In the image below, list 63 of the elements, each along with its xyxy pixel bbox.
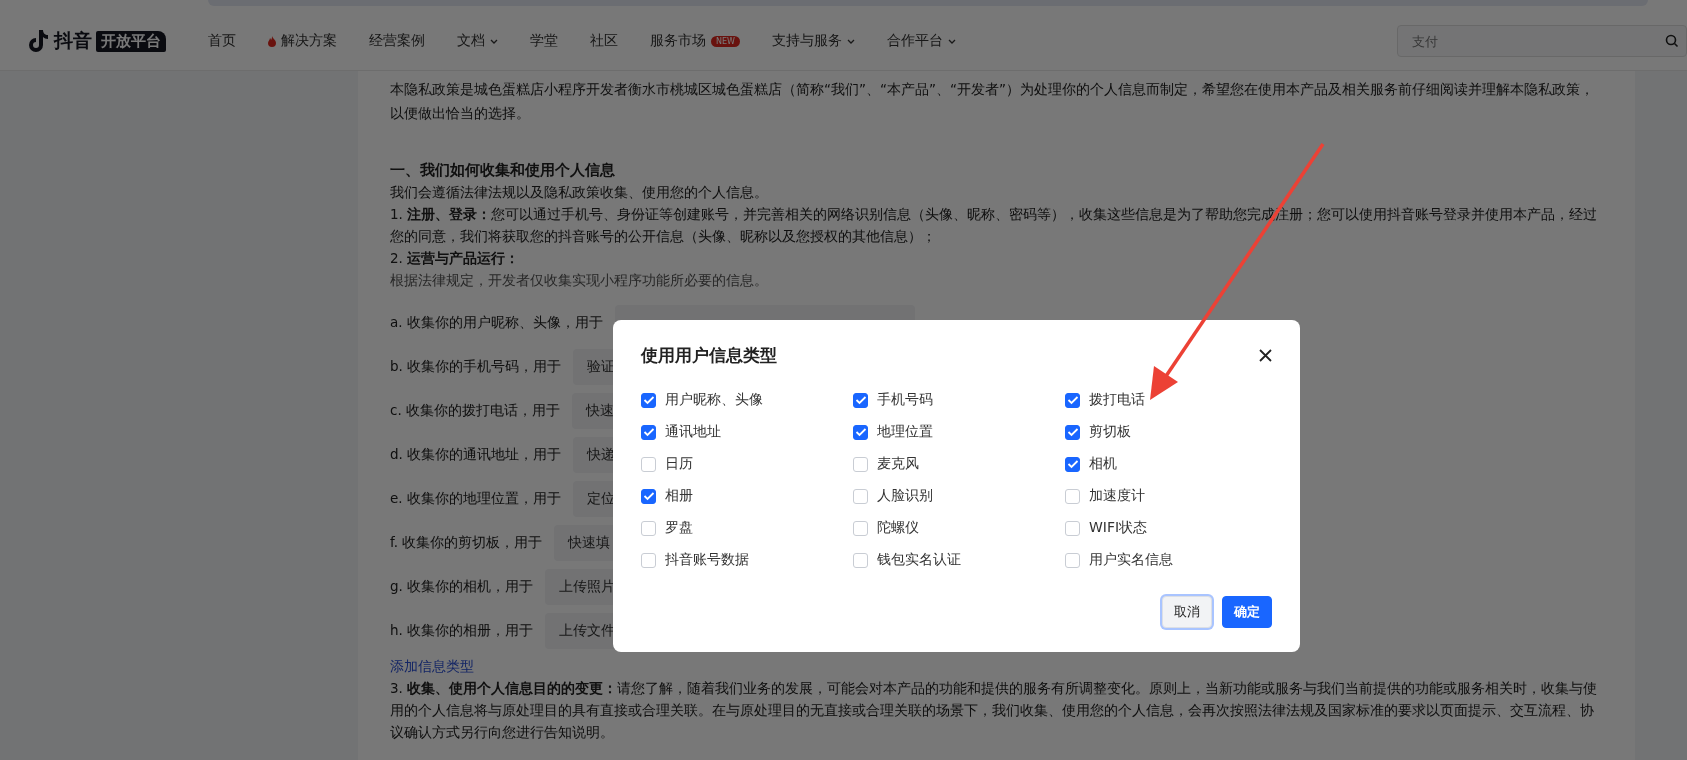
- checkbox-option[interactable]: 麦克风: [853, 453, 1065, 475]
- note-logo-icon: [28, 29, 50, 53]
- checkbox-option[interactable]: 罗盘: [641, 517, 853, 539]
- checkbox-option[interactable]: 用户实名信息: [1065, 549, 1277, 571]
- flame-icon: [268, 35, 276, 47]
- checkbox-option[interactable]: 加速度计: [1065, 485, 1277, 507]
- nav-link[interactable]: 学堂: [514, 32, 574, 50]
- logo-text: 抖音: [54, 28, 92, 53]
- intro-paragraph: 本隐私政策是城色蛋糕店小程序开发者衡水市桃城区城色蛋糕店（简称“我们”、“本产品”、“开发者”）为处理你的个人信息而制定，希望您在使用本产品及相关服务前仔细阅读并理解本隐私政策，以便做出恰当的选择。: [390, 80, 1595, 123]
- close-icon[interactable]: [1259, 349, 1272, 362]
- row-label: c. 收集你的拨打电话，用于: [390, 402, 560, 420]
- row-label: d. 收集你的通讯地址，用于: [390, 446, 562, 464]
- paragraph: 3. 收集、使用个人信息目的的变更：请您了解，随着我们业务的发展，可能会对本产品的功能和提供的服务有所调整变化。原则上，当新功能或服务与我们当前提供的功能或服务相关时，收集与使用的个人信息将与原处理目的具有直接或合理关联。在与原处理目的无直接或合理关联的场景下，我们收集、使用您的个人信息，会再次按照法律法规及国家标准的要求以页面提示、交互流程、协议确认方式另行向您进行告知说明。: [390, 679, 1599, 742]
- row-label: a. 收集你的用户昵称、头像，用于: [390, 314, 603, 332]
- checkbox-option[interactable]: 钱包实名认证: [853, 549, 1065, 571]
- search-field[interactable]: 支付: [1397, 25, 1687, 57]
- checkbox-option[interactable]: 人脸识别: [853, 485, 1065, 507]
- nav-link[interactable]: 首页: [192, 32, 252, 50]
- chevron-down-icon: [490, 38, 498, 44]
- logo-badge: 开放平台: [96, 30, 166, 52]
- nav-link[interactable]: 文档: [441, 32, 514, 50]
- checkbox-option[interactable]: 剪切板: [1065, 421, 1277, 443]
- checkbox-option[interactable]: 用户昵称、头像: [641, 389, 853, 411]
- paragraph: 我们会遵循法律法规以及隐私政策收集、使用您的个人信息。: [390, 183, 769, 202]
- paragraph: 2. 运营与产品运行：: [390, 249, 521, 268]
- row-label: g. 收集你的相机，用于: [390, 578, 534, 596]
- checkbox-option[interactable]: 地理位置: [853, 421, 1065, 443]
- checkbox[interactable]: [641, 488, 656, 504]
- confirm-button[interactable]: 确定: [1222, 596, 1272, 628]
- nav-link[interactable]: 社区: [574, 32, 634, 50]
- checkbox[interactable]: [853, 392, 868, 408]
- nav-link[interactable]: 合作平台: [870, 32, 972, 50]
- checkbox[interactable]: [1065, 424, 1080, 440]
- checkbox-option[interactable]: WIFI状态: [1065, 517, 1277, 539]
- row-label: h. 收集你的相册，用于: [390, 622, 534, 640]
- row-label: f. 收集你的剪切板，用于: [390, 534, 543, 552]
- checkbox-option[interactable]: 拨打电话: [1065, 389, 1277, 411]
- section-heading: 一、我们如何收集和使用个人信息: [390, 160, 616, 181]
- checkbox[interactable]: [641, 424, 656, 440]
- new-badge: NEW: [711, 35, 740, 47]
- checkbox-option[interactable]: 陀螺仪: [853, 517, 1065, 539]
- checkbox-option[interactable]: 相册: [641, 485, 853, 507]
- checkbox[interactable]: [1065, 392, 1080, 408]
- nav-link[interactable]: 支持与服务: [755, 32, 871, 50]
- note-text: 根据法律规定，开发者仅收集实现小程序功能所必要的信息。: [390, 271, 769, 290]
- checkbox[interactable]: [641, 392, 656, 408]
- chevron-down-icon: [947, 38, 956, 44]
- checkbox[interactable]: [853, 424, 868, 440]
- checkbox-option[interactable]: 通讯地址: [641, 421, 853, 443]
- checkbox-option[interactable]: 日历: [641, 453, 853, 475]
- row-label: b. 收集你的手机号码，用于: [390, 358, 562, 376]
- checkbox-option[interactable]: 相机: [1065, 453, 1277, 475]
- checkbox[interactable]: [1065, 456, 1080, 472]
- dialog-title: 使用用户信息类型: [641, 344, 777, 367]
- row-label: e. 收集你的地理位置，用于: [390, 490, 561, 508]
- nav-link[interactable]: 解决方案: [252, 32, 353, 50]
- cancel-button[interactable]: 取消: [1162, 596, 1212, 628]
- nav-link[interactable]: 经营案例: [353, 32, 441, 50]
- nav-link[interactable]: 服务市场 NEW: [634, 32, 756, 50]
- checkbox-option[interactable]: 抖音账号数据: [641, 549, 853, 571]
- checkbox-option[interactable]: 手机号码: [853, 389, 1065, 411]
- search-icon: [1665, 34, 1679, 48]
- chevron-down-icon: [846, 38, 855, 44]
